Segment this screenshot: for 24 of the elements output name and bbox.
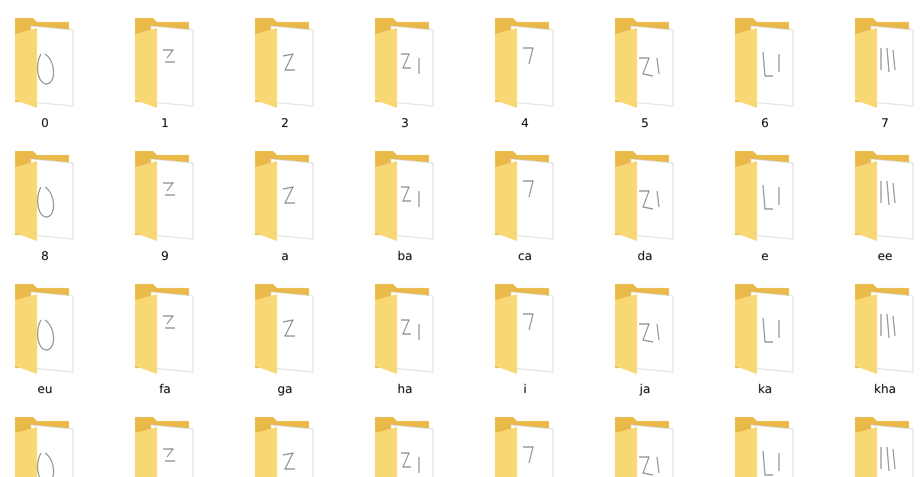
- folder-name[interactable]: ga: [278, 382, 292, 396]
- folder-name[interactable]: 0: [41, 116, 49, 130]
- folder-name[interactable]: 5: [641, 116, 649, 130]
- folder-name[interactable]: da: [638, 249, 652, 263]
- folder-name[interactable]: ka: [758, 382, 772, 396]
- folder-name[interactable]: ja: [640, 382, 650, 396]
- folder-name[interactable]: ba: [398, 249, 412, 263]
- folder-name[interactable]: 3: [401, 116, 409, 130]
- folder-name[interactable]: eu: [38, 382, 52, 396]
- folder-name[interactable]: a: [281, 249, 289, 263]
- folder-name[interactable]: ca: [518, 249, 532, 263]
- folder-name[interactable]: kha: [874, 382, 896, 396]
- folder-name[interactable]: 6: [761, 116, 769, 130]
- folder-name[interactable]: 2: [281, 116, 289, 130]
- folder-name[interactable]: 4: [521, 116, 529, 130]
- folder-name[interactable]: 7: [881, 116, 889, 130]
- folder-name[interactable]: 9: [161, 249, 169, 263]
- folder-name[interactable]: fa: [159, 382, 171, 396]
- folder-name[interactable]: ha: [398, 382, 412, 396]
- folder-name[interactable]: 8: [41, 249, 49, 263]
- folder-name[interactable]: e: [761, 249, 769, 263]
- folder-name[interactable]: i: [523, 382, 527, 396]
- folder-name[interactable]: ee: [878, 249, 892, 263]
- folder-name[interactable]: 1: [161, 116, 169, 130]
